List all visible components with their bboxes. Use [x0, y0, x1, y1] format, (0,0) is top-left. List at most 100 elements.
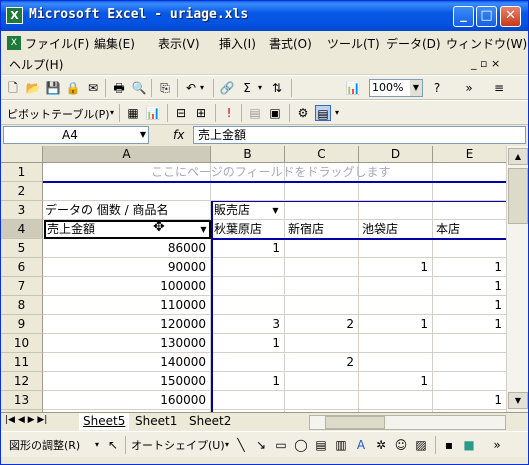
align-icon[interactable]: ≡	[491, 80, 507, 96]
diagram-icon[interactable]: ✲	[373, 437, 389, 453]
menu-edit[interactable]: 編集(E)	[94, 35, 135, 52]
vertical-textbox-icon[interactable]: ▥	[333, 437, 349, 453]
chevron-down-icon[interactable]: ▾	[89, 437, 105, 453]
store-header-honten[interactable]: 本店	[436, 220, 506, 239]
permission-icon[interactable]: 🔒	[65, 80, 81, 96]
honten-count-cell[interactable]: 1	[434, 315, 506, 334]
chevron-down-icon[interactable]: ▼	[140, 127, 146, 143]
ikebukuro-count-cell[interactable]	[360, 353, 432, 372]
honten-count-cell[interactable]	[434, 372, 506, 391]
honten-count-cell[interactable]	[434, 334, 506, 353]
refresh-data-icon[interactable]: !	[221, 105, 237, 121]
amount-cell[interactable]: 150000	[44, 372, 210, 391]
menu-tools[interactable]: ツール(T)	[327, 35, 380, 52]
shinjuku-count-cell[interactable]	[286, 277, 358, 296]
picture-icon[interactable]: ▨	[413, 437, 429, 453]
wordart-icon[interactable]: A	[353, 437, 369, 453]
shadow-icon[interactable]: ▪	[441, 437, 457, 453]
ikebukuro-count-cell[interactable]: 1	[360, 258, 432, 277]
row-header[interactable]: 12	[1, 372, 43, 391]
menu-window[interactable]: ウィンドウ(W)	[446, 35, 527, 52]
honten-count-cell[interactable]: 1	[434, 277, 506, 296]
select-all-corner[interactable]	[1, 146, 43, 163]
ikebukuro-count-cell[interactable]	[360, 277, 432, 296]
scroll-thumb[interactable]	[325, 416, 385, 429]
row-header[interactable]: 1	[1, 163, 43, 182]
autoshape-menu[interactable]: オートシェイプ(U)	[131, 437, 225, 453]
store-header-shinjuku[interactable]: 新宿店	[288, 220, 358, 239]
excel-app-icon[interactable]: X	[6, 7, 23, 24]
undo-dropdown-icon[interactable]: ▾	[197, 80, 207, 96]
document-icon[interactable]: X	[7, 36, 21, 50]
textbox-icon[interactable]: ▤	[313, 437, 329, 453]
honten-count-cell[interactable]: 1	[434, 296, 506, 315]
insert-function-icon[interactable]: fx	[173, 128, 184, 142]
akihabara-count-cell[interactable]	[212, 391, 284, 410]
autosum-dropdown-icon[interactable]: ▾	[255, 80, 265, 96]
autosum-icon[interactable]: Σ	[239, 80, 255, 96]
menu-help[interactable]: ヘルプ(H)	[9, 56, 63, 73]
show-detail-icon[interactable]: ⊞	[193, 105, 209, 121]
pivot-menu-button[interactable]: ピボットテーブル(P)	[7, 106, 110, 122]
draw-adjust-menu[interactable]: 図形の調整(R)	[9, 437, 80, 453]
akihabara-count-cell[interactable]	[212, 296, 284, 315]
ikebukuro-count-cell[interactable]	[360, 334, 432, 353]
zoom-select[interactable]: 100% ▼	[369, 79, 423, 97]
print-icon[interactable]: 🖶	[111, 80, 127, 96]
amount-cell[interactable]: 140000	[44, 353, 210, 372]
shinjuku-count-cell[interactable]	[286, 239, 358, 258]
column-field-button[interactable]: 販売店	[214, 201, 270, 220]
row-header[interactable]: 6	[1, 258, 43, 277]
amount-cell[interactable]: 86000	[44, 239, 210, 258]
name-box[interactable]: A4 ▼	[3, 126, 149, 144]
column-header-a[interactable]: A	[43, 146, 211, 163]
always-display-icon[interactable]: ▣	[267, 105, 283, 121]
akihabara-count-cell[interactable]: 1	[212, 372, 284, 391]
sheet-nav-buttons[interactable]: |◀ ◀ ▶ ▶|	[5, 415, 47, 425]
mdi-controls[interactable]: _ ▫ ×	[471, 57, 500, 70]
shinjuku-count-cell[interactable]	[286, 296, 358, 315]
row-header[interactable]: 10	[1, 334, 43, 353]
scroll-thumb[interactable]	[508, 168, 528, 224]
select-objects-icon[interactable]: ↖	[105, 437, 121, 453]
akihabara-count-cell[interactable]: 1	[212, 334, 284, 353]
maximize-button[interactable]: □	[476, 6, 497, 27]
row-header[interactable]: 11	[1, 353, 43, 372]
row-header[interactable]: 13	[1, 391, 43, 410]
help-icon[interactable]: ?	[429, 80, 445, 96]
shinjuku-count-cell[interactable]	[286, 372, 358, 391]
akihabara-count-cell[interactable]: 1	[212, 239, 284, 258]
shinjuku-count-cell[interactable]	[286, 391, 358, 410]
menu-format[interactable]: 書式(O)	[269, 35, 312, 52]
chart-wizard-icon[interactable]: 📊	[345, 80, 361, 96]
chevron-down-icon[interactable]: ▾	[333, 105, 341, 121]
amount-cell[interactable]: 110000	[44, 296, 210, 315]
ikebukuro-count-cell[interactable]: 1	[360, 315, 432, 334]
column-header-e[interactable]: E	[433, 146, 507, 163]
formula-input[interactable]: 売上金額	[193, 126, 526, 144]
ikebukuro-count-cell[interactable]: 1	[360, 372, 432, 391]
honten-count-cell[interactable]	[434, 239, 506, 258]
shinjuku-count-cell[interactable]	[286, 334, 358, 353]
row-header[interactable]: 4	[1, 220, 43, 239]
hyperlink-icon[interactable]: 🔗	[219, 80, 235, 96]
tab-sheet1[interactable]: Sheet1	[131, 413, 181, 430]
3d-style-icon[interactable]: ■	[461, 437, 477, 453]
save-icon[interactable]: 💾	[45, 80, 61, 96]
field-list-icon[interactable]: ▤	[315, 105, 331, 121]
horizontal-scrollbar[interactable]	[309, 415, 506, 430]
honten-count-cell[interactable]: 1	[434, 391, 506, 410]
akihabara-count-cell[interactable]	[212, 277, 284, 296]
minimize-button[interactable]: _	[453, 6, 474, 27]
amount-cell[interactable]: 90000	[44, 258, 210, 277]
row-field-button[interactable]: 売上金額	[47, 220, 147, 239]
chevron-down-icon[interactable]: ▾	[107, 105, 117, 121]
email-icon[interactable]: ✉	[85, 80, 101, 96]
honten-count-cell[interactable]: 1	[434, 258, 506, 277]
row-header[interactable]: 3	[1, 201, 43, 220]
akihabara-count-cell[interactable]	[212, 258, 284, 277]
menu-file[interactable]: ファイル(F)	[25, 35, 89, 52]
shinjuku-count-cell[interactable]	[286, 258, 358, 277]
menu-data[interactable]: データ(D)	[386, 35, 441, 52]
column-header-c[interactable]: C	[285, 146, 359, 163]
